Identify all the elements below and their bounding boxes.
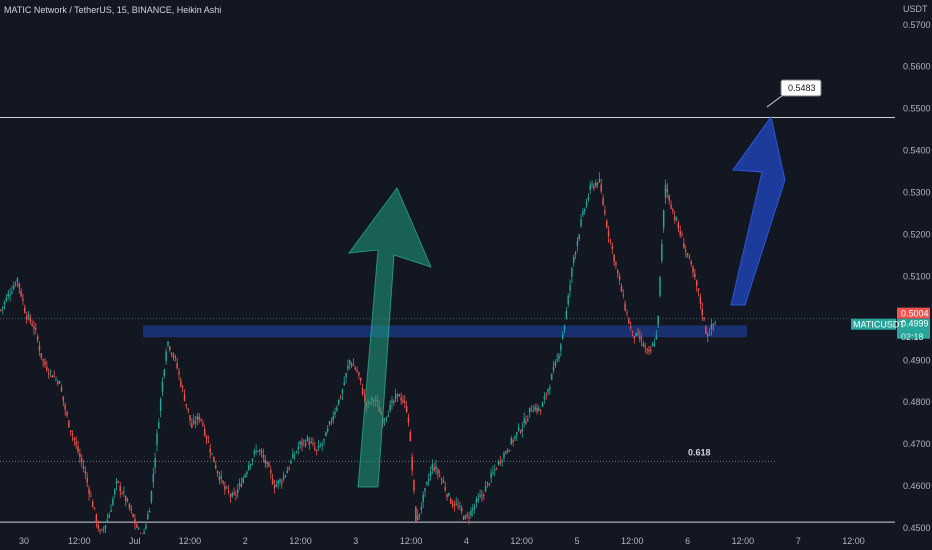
x-tick-label: 5 [574,536,579,546]
currency-label: USDT [903,4,928,14]
y-tick-label: 0.5700 [903,20,931,30]
x-tick-label: 12:00 [68,536,91,546]
y-tick-label: 0.4900 [903,355,931,365]
x-tick-label: 12:00 [400,536,423,546]
x-tick-label: 12:00 [621,536,644,546]
y-tick-label: 0.5600 [903,62,931,72]
x-tick-label: 7 [796,536,801,546]
candle [550,373,553,381]
last-price-green-label: 0.4999 [901,319,929,329]
x-tick-label: 30 [19,536,29,546]
y-tick-label: 0.5200 [903,229,931,239]
y-tick-label: 0.5500 [903,104,931,114]
x-tick-label: 6 [685,536,690,546]
y-tick-label: 0.4700 [903,439,931,449]
chart-title: MATIC Network / TetherUS, 15, BINANCE, H… [4,5,221,15]
y-tick-label: 0.5100 [903,271,931,281]
price-callout-label: 0.5483 [788,83,816,93]
x-tick-label: 2 [243,536,248,546]
candle [213,456,215,463]
candle [508,449,511,452]
symbol-tag-label: MATICUSDT [853,320,905,330]
chart-container[interactable]: 0.54790.45140.618 0.5483 0.57000.56000.5… [0,0,932,550]
candle [415,505,417,524]
y-tick-label: 0.5400 [903,146,931,156]
countdown-label: 02:18 [901,332,924,342]
x-tick-label: 12:00 [732,536,755,546]
y-tick-label: 0.4800 [903,397,931,407]
x-tick-label: 4 [464,536,469,546]
y-tick-label: 0.4600 [903,481,931,491]
x-tick-label: 12:00 [289,536,312,546]
x-tick-label: 12:00 [842,536,865,546]
last-price-red-label: 0.5004 [901,309,929,319]
price-chart[interactable]: 0.54790.45140.618 0.5483 0.57000.56000.5… [0,0,932,550]
x-tick-label: Jul [129,536,141,546]
y-tick-label: 0.4500 [903,523,931,533]
candle [635,332,637,337]
fib-label: 0.618 [688,447,711,457]
x-tick-label: 12:00 [179,536,202,546]
x-tick-label: 12:00 [510,536,533,546]
x-tick-label: 3 [353,536,358,546]
candle [68,419,70,428]
y-tick-label: 0.5300 [903,188,931,198]
candle [659,276,661,298]
